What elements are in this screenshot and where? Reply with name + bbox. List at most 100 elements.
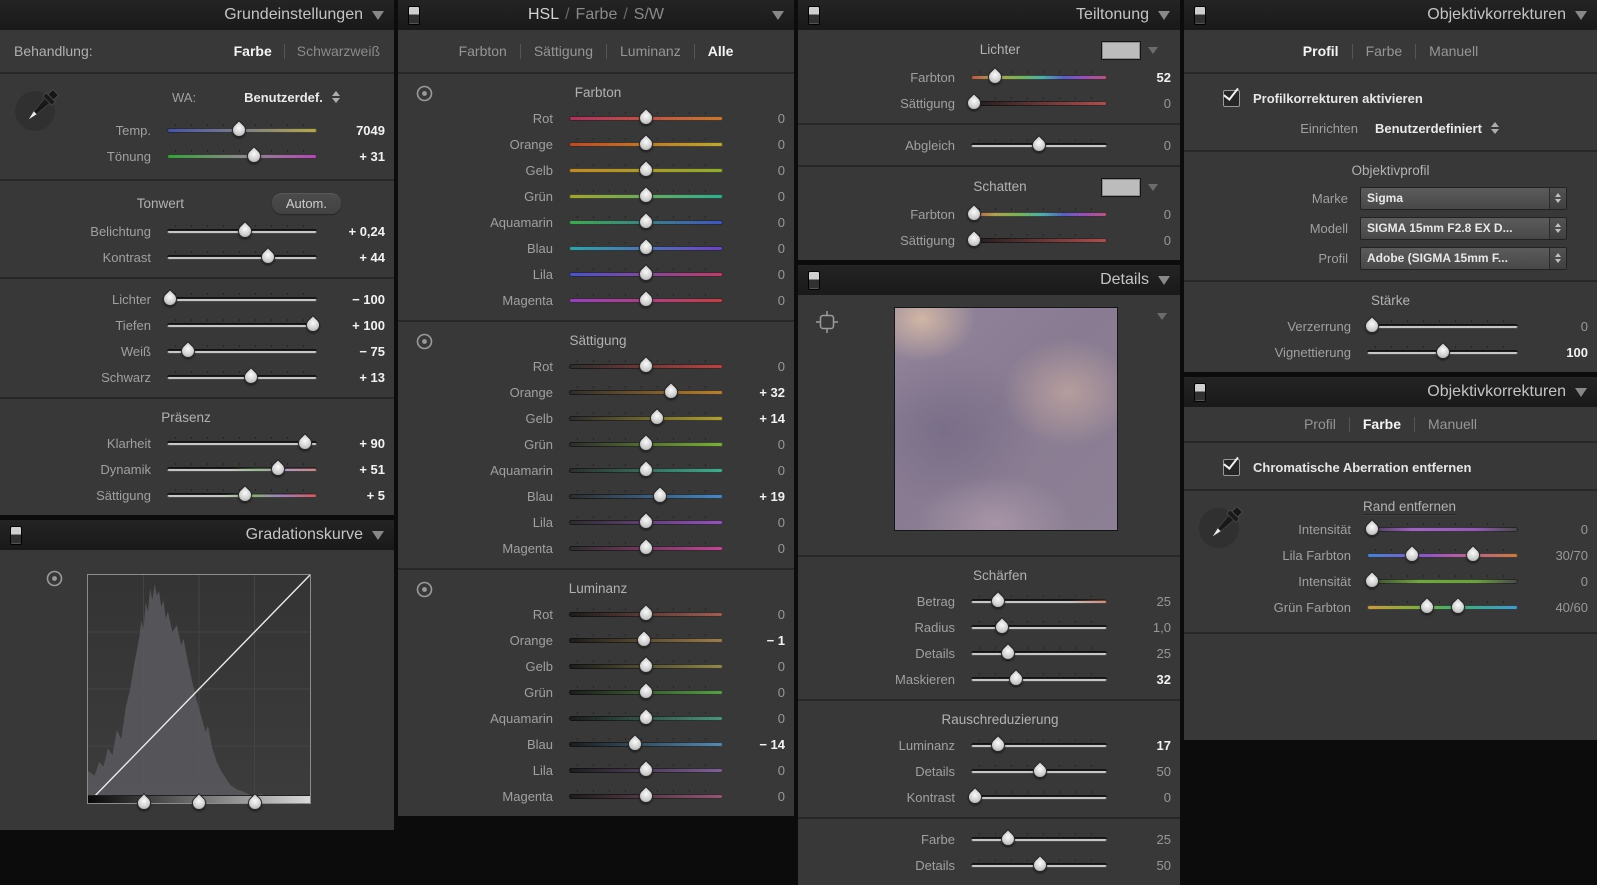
setup-dropdown[interactable]: Benutzerdefiniert xyxy=(1375,121,1482,136)
slider-handle[interactable] xyxy=(636,238,656,258)
hue-blau-slider[interactable] xyxy=(569,246,723,251)
slider-value[interactable]: 0 xyxy=(729,163,785,178)
slider-handle[interactable] xyxy=(235,485,255,505)
slider-value[interactable]: 0 xyxy=(1524,319,1588,334)
hue-orange-slider[interactable] xyxy=(569,142,723,147)
tab-luminanz[interactable]: Luminanz xyxy=(620,43,681,59)
balance-slider[interactable] xyxy=(971,143,1107,148)
panel-enable-toggle[interactable] xyxy=(10,526,22,545)
slider-handle-low[interactable] xyxy=(1417,597,1437,617)
slider-value[interactable]: 0 xyxy=(729,111,785,126)
sat-aquamarin-slider[interactable] xyxy=(569,468,723,473)
lum-rot-slider[interactable] xyxy=(569,612,723,617)
exposure-slider[interactable] xyxy=(167,229,317,234)
tint-slider[interactable] xyxy=(167,154,317,159)
tab-profil[interactable]: Profil xyxy=(1304,416,1336,432)
panel-header[interactable]: Teiltonung xyxy=(798,0,1180,30)
slider-handle[interactable] xyxy=(636,682,656,702)
slider-handle-high[interactable] xyxy=(1463,545,1483,565)
mode-sw[interactable]: S/W xyxy=(634,6,664,23)
shadows-sat-slider[interactable] xyxy=(971,238,1107,243)
slider-value[interactable]: 0 xyxy=(729,215,785,230)
slider-handle[interactable] xyxy=(636,460,656,480)
slider-value[interactable]: − 14 xyxy=(729,737,785,752)
temp-slider[interactable] xyxy=(167,128,317,133)
shadows-color-swatch[interactable] xyxy=(1101,178,1141,197)
slider-handle[interactable] xyxy=(964,230,984,250)
mode-farbe[interactable]: Farbe xyxy=(576,6,618,23)
clarity-slider[interactable] xyxy=(167,441,317,446)
sharpen-amount-slider[interactable] xyxy=(971,599,1107,604)
slider-value[interactable]: − 1 xyxy=(729,633,785,648)
slider-value[interactable]: + 5 xyxy=(323,488,385,503)
slider-value[interactable]: 0 xyxy=(729,541,785,556)
defringe-eyedropper-icon[interactable] xyxy=(1196,499,1248,555)
slider-value[interactable]: 0 xyxy=(729,437,785,452)
stepper-icon[interactable] xyxy=(1549,188,1566,209)
slider-handle[interactable] xyxy=(661,382,681,402)
slider-value[interactable]: 0 xyxy=(729,267,785,282)
slider-value[interactable]: 52 xyxy=(1113,70,1171,85)
model-select[interactable]: SIGMA 15mm F2.8 EX D... xyxy=(1360,217,1567,240)
blacks-slider[interactable] xyxy=(167,375,317,380)
slider-handle[interactable] xyxy=(1030,761,1050,781)
expand-triangle-icon[interactable] xyxy=(1148,184,1158,191)
slider-value[interactable]: 25 xyxy=(1113,646,1171,661)
panel-header[interactable]: Objektivkorrekturen xyxy=(1184,377,1597,407)
lum-aquamarin-slider[interactable] xyxy=(569,716,723,721)
saturation-slider[interactable] xyxy=(167,493,317,498)
make-select[interactable]: Sigma xyxy=(1360,187,1567,210)
nr-color-slider[interactable] xyxy=(971,837,1107,842)
slider-value[interactable]: + 90 xyxy=(323,436,385,451)
slider-handle[interactable] xyxy=(636,760,656,780)
slider-handle[interactable] xyxy=(647,408,667,428)
panel-enable-toggle[interactable] xyxy=(408,6,420,25)
slider-handle[interactable] xyxy=(636,708,656,728)
enable-profile-checkbox[interactable] xyxy=(1223,90,1240,107)
hue-gruen-slider[interactable] xyxy=(569,194,723,199)
lum-gelb-slider[interactable] xyxy=(569,664,723,669)
slider-value[interactable]: + 32 xyxy=(729,385,785,400)
slider-value[interactable]: 0 xyxy=(729,607,785,622)
tab-manuell[interactable]: Manuell xyxy=(1428,416,1477,432)
slider-handle[interactable] xyxy=(295,433,315,453)
slider-handle[interactable] xyxy=(1030,855,1050,875)
tab-farbe[interactable]: Farbe xyxy=(1366,43,1403,59)
nr-detail-slider[interactable] xyxy=(971,769,1107,774)
sharpen-radius-slider[interactable] xyxy=(971,625,1107,630)
purple-amount-slider[interactable] xyxy=(1367,527,1518,532)
slider-value[interactable]: + 0,24 xyxy=(323,224,385,239)
slider-handle[interactable] xyxy=(992,617,1012,637)
lum-lila-slider[interactable] xyxy=(569,768,723,773)
slider-value[interactable]: 0 xyxy=(1524,574,1588,589)
slider-handle[interactable] xyxy=(1433,342,1453,362)
preview-target-icon[interactable] xyxy=(816,311,838,333)
slider-handle[interactable] xyxy=(988,591,1008,611)
slider-value[interactable]: 0 xyxy=(729,763,785,778)
slider-value[interactable]: 0 xyxy=(1113,790,1171,805)
slider-value[interactable]: − 100 xyxy=(323,292,385,307)
lum-blau-slider[interactable] xyxy=(569,742,723,747)
slider-handle[interactable] xyxy=(650,486,670,506)
slider-handle-low[interactable] xyxy=(1402,545,1422,565)
slider-value[interactable]: 17 xyxy=(1113,738,1171,753)
slider-value[interactable]: 50 xyxy=(1113,858,1171,873)
purple-hue-slider[interactable] xyxy=(1367,553,1518,558)
vibrance-slider[interactable] xyxy=(167,467,317,472)
panel-enable-toggle[interactable] xyxy=(808,6,820,25)
lum-orange-slider[interactable] xyxy=(569,638,723,643)
targeted-adjustment-icon[interactable] xyxy=(46,570,63,587)
distortion-slider[interactable] xyxy=(1367,324,1518,329)
sharpen-masking-slider[interactable] xyxy=(971,677,1107,682)
slider-handle[interactable] xyxy=(636,108,656,128)
treatment-farbe-option[interactable]: Farbe xyxy=(234,43,272,59)
slider-value[interactable]: + 13 xyxy=(323,370,385,385)
slider-handle[interactable] xyxy=(636,212,656,232)
slider-handle[interactable] xyxy=(235,221,255,241)
slider-value[interactable]: 0 xyxy=(729,711,785,726)
slider-value[interactable]: 0 xyxy=(729,659,785,674)
tab-farbton[interactable]: Farbton xyxy=(459,43,507,59)
sat-rot-slider[interactable] xyxy=(569,364,723,369)
tone-curve-chart[interactable] xyxy=(87,574,311,804)
slider-value[interactable]: 0 xyxy=(1113,138,1171,153)
